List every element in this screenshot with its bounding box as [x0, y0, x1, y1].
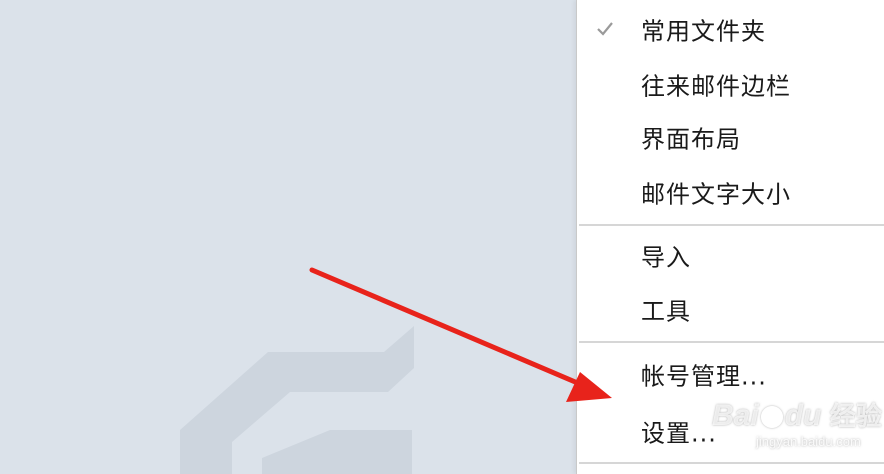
watermark-brand: Bai du 经验 [712, 396, 882, 433]
menu-divider [579, 224, 884, 226]
watermark-brand-cn: 经验 [829, 402, 882, 432]
menu-item-label: 往来邮件边栏 [641, 72, 791, 101]
menu-divider [579, 341, 884, 343]
app-window: 常用文件夹 往来邮件边栏 界面布局 邮件文字大小 导入 工具 帐号管理... 设… [0, 0, 884, 474]
menu-item-label: 常用文件夹 [641, 17, 766, 46]
app-logo-watermark [180, 326, 414, 474]
watermark-brand-right: du [784, 399, 822, 432]
menu-item-label: 帐号管理... [641, 362, 767, 391]
menu-item-label: 邮件文字大小 [641, 180, 791, 209]
check-icon [597, 22, 613, 36]
menu-item-label: 界面布局 [641, 125, 741, 154]
menu-divider [579, 462, 884, 464]
menu-item-label: 设置... [641, 419, 717, 448]
menu-item-frequent-folders[interactable]: 常用文件夹 [577, 2, 884, 56]
menu-item-import[interactable]: 导入 [577, 228, 884, 282]
menu-item-mail-font-size[interactable]: 邮件文字大小 [577, 165, 884, 219]
watermark-url: jingyan.baidu.com [756, 434, 861, 449]
menu-item-label: 导入 [641, 243, 691, 272]
menu-item-account-management[interactable]: 帐号管理... [577, 347, 884, 401]
baidu-jingyan-watermark: Bai du 经验 jingyan.baidu.com [712, 396, 882, 456]
menu-item-tools[interactable]: 工具 [577, 282, 884, 336]
menu-item-label: 工具 [641, 297, 691, 326]
menu-item-layout[interactable]: 界面布局 [577, 110, 884, 164]
menu-item-correspondence-sidebar[interactable]: 往来邮件边栏 [577, 57, 884, 111]
watermark-brand-left: Bai [712, 399, 759, 432]
paw-icon [760, 406, 783, 429]
